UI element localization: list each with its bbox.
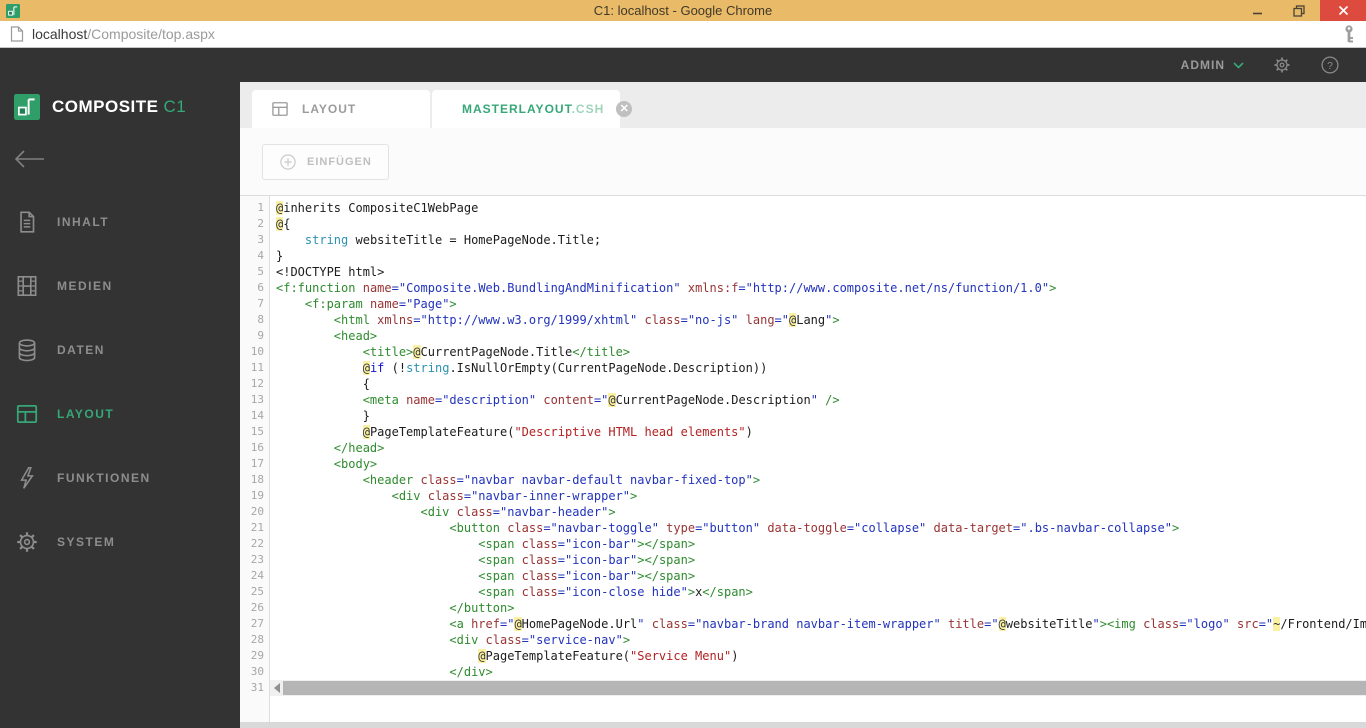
code-line: } xyxy=(276,249,284,263)
tab-layout[interactable]: LAYOUT xyxy=(252,90,430,128)
code-line: <span class="icon-bar"></span> xyxy=(478,537,696,551)
code-line: <head> xyxy=(333,329,378,343)
scrollbar-thumb[interactable] xyxy=(283,681,1366,695)
tab-strip: LAYOUT MASTERLAYOUT.CSH ✕ xyxy=(240,82,1366,128)
layout-icon xyxy=(14,401,40,427)
scroll-left-icon[interactable] xyxy=(274,683,280,693)
brand: COMPOSITE C1 xyxy=(0,82,240,120)
sidebar-item-label: SYSTEM xyxy=(57,535,116,549)
film-icon xyxy=(14,273,40,299)
code-line: <body> xyxy=(333,457,378,471)
document-icon xyxy=(14,209,40,235)
code-line: </div> xyxy=(449,665,493,679)
code-editor[interactable]: 1 2 3 4 5 6 7 8 9 10 11 12 13 14 15 16 17 18 19 20 21 22 23 24 2… xyxy=(240,196,1366,722)
code-line: <span class="icon-bar"></span> xyxy=(478,553,696,567)
window-titlebar: C1: localhost - Google Chrome xyxy=(0,0,1366,21)
tab-label: MASTERLAYOUT.CSH xyxy=(462,102,605,116)
url-host: localhost xyxy=(32,26,88,42)
page-icon xyxy=(10,26,24,42)
svg-text:?: ? xyxy=(1327,61,1333,72)
key-icon[interactable] xyxy=(1342,24,1356,44)
back-arrow-button[interactable] xyxy=(14,150,46,168)
insert-button[interactable]: EINFÜGEN xyxy=(262,144,389,180)
line-numbers: 1 2 3 4 5 6 7 8 9 10 11 12 13 14 15 16 17 18 19 20 21 22 23 24 2… xyxy=(240,196,270,722)
code-line: <meta name="description" content="@Curre… xyxy=(362,393,840,407)
tab-label-ext: .CSH xyxy=(571,102,605,116)
code-lines: @inherits CompositeC1WebPage @{ string we… xyxy=(270,200,1366,680)
restore-button[interactable] xyxy=(1278,0,1320,21)
bottom-strip xyxy=(240,722,1366,728)
sidebar-item-layout[interactable]: LAYOUT xyxy=(0,382,240,446)
app-topbar: ADMIN ? xyxy=(0,48,1366,82)
admin-menu[interactable]: ADMIN xyxy=(1181,56,1244,74)
code-line: <html xmlns="http://www.w3.org/1999/xhtm… xyxy=(333,313,840,327)
code-line: <div class="navbar-header"> xyxy=(420,505,616,519)
layout-icon xyxy=(270,99,290,119)
minimize-button[interactable] xyxy=(1236,0,1278,21)
code-line: <header class="navbar navbar-default nav… xyxy=(362,473,761,487)
chevron-down-icon xyxy=(1233,56,1244,74)
code-line: <button class="navbar-toggle" type="butt… xyxy=(449,521,1180,535)
sidebar-item-label: LAYOUT xyxy=(57,407,115,421)
code-line: </button> xyxy=(449,601,515,615)
code-area[interactable]: @inherits CompositeC1WebPage @{ string we… xyxy=(270,196,1366,722)
composite-logo-icon xyxy=(14,94,40,120)
sidebar-item-system[interactable]: SYSTEM xyxy=(0,510,240,574)
sidebar-item-daten[interactable]: DATEN xyxy=(0,318,240,382)
code-line: @if (!string.IsNullOrEmpty(CurrentPageNo… xyxy=(362,361,768,375)
close-tab-icon[interactable]: ✕ xyxy=(616,101,633,117)
code-line: <a href="@HomePageNode.Url" class="navba… xyxy=(449,617,1366,631)
code-line: string websiteTitle = HomePageNode.Title… xyxy=(304,233,602,247)
sidebar: COMPOSITE C1 INHALT MEDIEN DATEN LAYOUT FUNKT… xyxy=(0,82,240,728)
sidebar-item-medien[interactable]: MEDIEN xyxy=(0,254,240,318)
code-line: { xyxy=(276,377,370,391)
settings-gear-icon[interactable] xyxy=(1272,55,1292,75)
tab-label: LAYOUT xyxy=(302,102,357,116)
code-line: <span class="icon-bar"></span> xyxy=(478,569,696,583)
code-line: @inherits CompositeC1WebPage xyxy=(276,201,479,215)
editor-toolbar: EINFÜGEN xyxy=(240,128,1366,196)
insert-button-label: EINFÜGEN xyxy=(307,156,372,168)
document-area: EINFÜGEN 1 2 3 4 5 6 7 8 9 10 11 12 13 14 15 16 17 18 19 20… xyxy=(240,128,1366,728)
close-button[interactable] xyxy=(1320,0,1366,21)
code-line: } xyxy=(276,409,370,423)
brand-text: COMPOSITE C1 xyxy=(52,97,186,117)
code-line: <div class="navbar-inner-wrapper"> xyxy=(391,489,638,503)
browser-address-bar[interactable]: localhost/Composite/top.aspx xyxy=(0,21,1366,48)
sidebar-item-label: DATEN xyxy=(57,343,105,357)
gear-icon xyxy=(14,529,40,555)
code-line: <f:function name="Composite.Web.Bundling… xyxy=(276,281,1057,295)
url-path: /Composite/top.aspx xyxy=(87,26,215,42)
sidebar-item-label: INHALT xyxy=(57,215,110,229)
bolt-icon xyxy=(14,465,40,491)
plus-circle-icon xyxy=(279,153,297,171)
window-title: C1: localhost - Google Chrome xyxy=(593,3,773,18)
sidebar-item-label: FUNKTIONEN xyxy=(57,471,151,485)
sidebar-item-inhalt[interactable]: INHALT xyxy=(0,190,240,254)
code-line: <div class="service-nav"> xyxy=(449,633,631,647)
horizontal-scrollbar[interactable] xyxy=(270,680,1366,696)
sidebar-item-label: MEDIEN xyxy=(57,279,113,293)
code-line: @{ xyxy=(276,217,291,231)
database-icon xyxy=(14,337,40,363)
code-line: @PageTemplateFeature("Service Menu") xyxy=(478,649,739,663)
code-line: @PageTemplateFeature("Descriptive HTML h… xyxy=(362,425,753,439)
url-text: localhost/Composite/top.aspx xyxy=(32,26,215,42)
code-line: <!DOCTYPE html> xyxy=(276,265,385,279)
sidebar-nav: INHALT MEDIEN DATEN LAYOUT FUNKTIONEN SYSTEM xyxy=(0,190,240,574)
tab-masterlayout[interactable]: MASTERLAYOUT.CSH ✕ xyxy=(432,90,633,128)
workspace: LAYOUT MASTERLAYOUT.CSH ✕ EINFÜGEN 1 2 3… xyxy=(240,82,1366,728)
code-line: <f:param name="Page"> xyxy=(304,297,457,311)
brand-suffix: C1 xyxy=(163,97,187,116)
help-icon[interactable]: ? xyxy=(1320,55,1340,75)
brand-name: COMPOSITE xyxy=(52,97,159,116)
sidebar-item-funktionen[interactable]: FUNKTIONEN xyxy=(0,446,240,510)
admin-label: ADMIN xyxy=(1180,58,1225,72)
code-line: <span class="icon-close hide">x</span> xyxy=(478,585,753,599)
chrome-window: C1: localhost - Google Chrome localhost/… xyxy=(0,0,1366,728)
code-line: <title>@CurrentPageNode.Title</title> xyxy=(362,345,631,359)
code-line: </head> xyxy=(333,441,385,455)
